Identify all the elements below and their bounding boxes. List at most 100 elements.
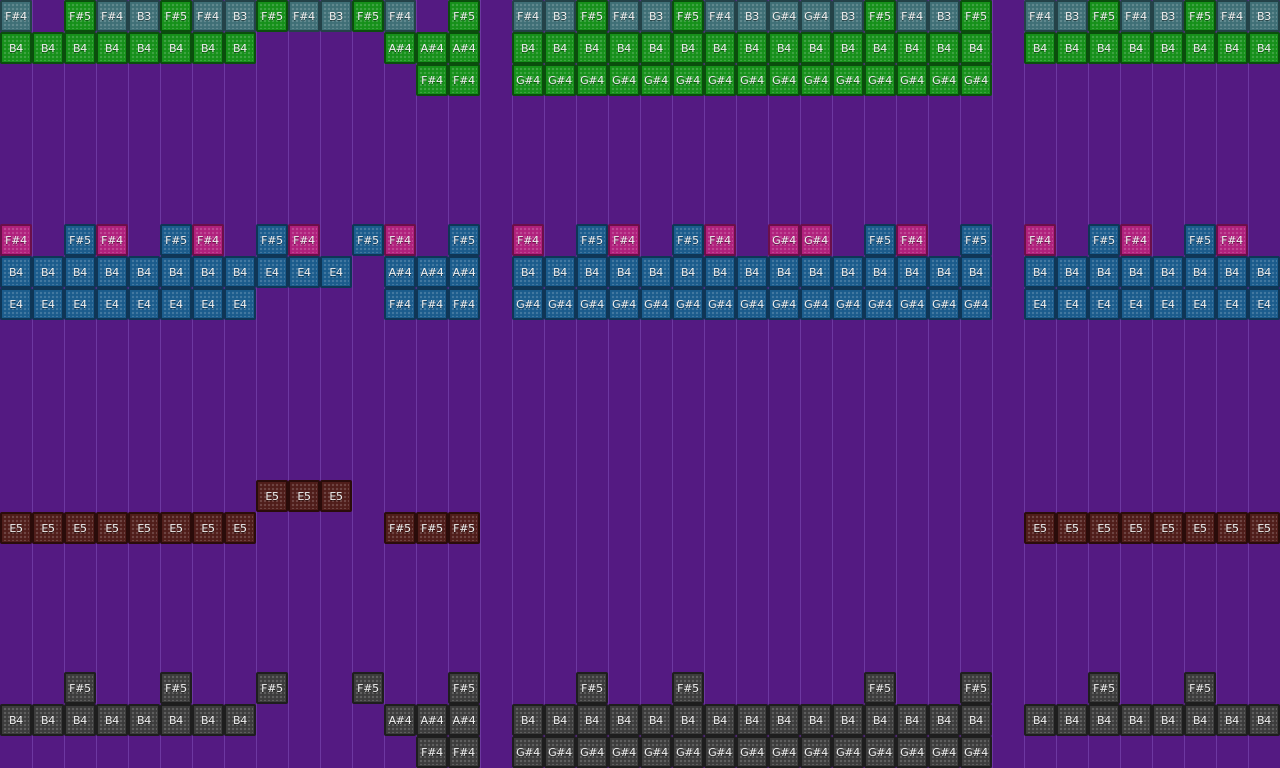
- note-block[interactable]: B4: [896, 32, 928, 64]
- note-block[interactable]: B4: [704, 704, 736, 736]
- note-block[interactable]: B4: [224, 32, 256, 64]
- note-block[interactable]: B4: [1088, 256, 1120, 288]
- note-block[interactable]: E4: [1120, 288, 1152, 320]
- note-block[interactable]: B4: [512, 32, 544, 64]
- note-block[interactable]: F#4: [704, 0, 736, 32]
- note-block[interactable]: B4: [1120, 704, 1152, 736]
- note-block[interactable]: B4: [544, 32, 576, 64]
- note-block[interactable]: F#4: [512, 0, 544, 32]
- note-block[interactable]: G#4: [512, 64, 544, 96]
- note-block[interactable]: E5: [1216, 512, 1248, 544]
- note-block[interactable]: B4: [576, 704, 608, 736]
- note-block[interactable]: G#4: [736, 736, 768, 768]
- note-block[interactable]: F#4: [1216, 0, 1248, 32]
- note-block[interactable]: B4: [128, 32, 160, 64]
- note-block[interactable]: B4: [960, 704, 992, 736]
- note-block[interactable]: G#4: [800, 288, 832, 320]
- note-block[interactable]: B4: [32, 704, 64, 736]
- note-block[interactable]: B4: [96, 256, 128, 288]
- note-block[interactable]: F#4: [384, 224, 416, 256]
- note-block[interactable]: F#4: [1120, 0, 1152, 32]
- note-block[interactable]: G#4: [640, 288, 672, 320]
- note-block[interactable]: E5: [32, 512, 64, 544]
- note-block[interactable]: B3: [736, 0, 768, 32]
- note-block[interactable]: B4: [768, 704, 800, 736]
- note-block[interactable]: F#4: [0, 224, 32, 256]
- note-block[interactable]: G#4: [800, 224, 832, 256]
- note-block[interactable]: F#4: [896, 224, 928, 256]
- note-block[interactable]: G#4: [544, 64, 576, 96]
- note-block[interactable]: F#5: [672, 224, 704, 256]
- note-block[interactable]: F#5: [416, 512, 448, 544]
- note-block[interactable]: B4: [704, 32, 736, 64]
- note-block[interactable]: G#4: [512, 736, 544, 768]
- note-block[interactable]: F#5: [1184, 224, 1216, 256]
- note-block[interactable]: B3: [928, 0, 960, 32]
- note-block[interactable]: F#4: [896, 0, 928, 32]
- note-block[interactable]: G#4: [896, 736, 928, 768]
- note-block[interactable]: F#5: [448, 672, 480, 704]
- note-block[interactable]: B4: [1120, 256, 1152, 288]
- note-block[interactable]: G#4: [704, 288, 736, 320]
- note-block[interactable]: B4: [1088, 704, 1120, 736]
- note-block[interactable]: B4: [512, 704, 544, 736]
- note-block[interactable]: B4: [32, 32, 64, 64]
- note-block[interactable]: B4: [1248, 256, 1280, 288]
- note-block[interactable]: F#5: [864, 0, 896, 32]
- note-block[interactable]: F#5: [256, 224, 288, 256]
- note-block[interactable]: G#4: [768, 0, 800, 32]
- note-block[interactable]: E4: [32, 288, 64, 320]
- note-block[interactable]: G#4: [960, 736, 992, 768]
- note-block[interactable]: B4: [1024, 704, 1056, 736]
- note-block[interactable]: F#4: [608, 0, 640, 32]
- note-block[interactable]: G#4: [928, 736, 960, 768]
- note-block[interactable]: B4: [736, 256, 768, 288]
- note-block[interactable]: B4: [1248, 704, 1280, 736]
- note-block[interactable]: B4: [192, 32, 224, 64]
- note-block[interactable]: F#5: [864, 224, 896, 256]
- note-block[interactable]: E4: [0, 288, 32, 320]
- note-block[interactable]: B3: [224, 0, 256, 32]
- note-block[interactable]: G#4: [800, 0, 832, 32]
- note-block[interactable]: F#5: [448, 0, 480, 32]
- note-block[interactable]: G#4: [640, 736, 672, 768]
- note-block[interactable]: B4: [32, 256, 64, 288]
- note-block[interactable]: F#5: [1184, 672, 1216, 704]
- note-block[interactable]: G#4: [768, 736, 800, 768]
- note-block[interactable]: A#4: [384, 256, 416, 288]
- note-block[interactable]: F#5: [160, 224, 192, 256]
- note-block[interactable]: B4: [896, 256, 928, 288]
- note-block[interactable]: B3: [1056, 0, 1088, 32]
- note-block[interactable]: F#5: [448, 512, 480, 544]
- note-block[interactable]: B4: [1184, 256, 1216, 288]
- note-block[interactable]: E4: [64, 288, 96, 320]
- note-block[interactable]: B4: [576, 256, 608, 288]
- note-block[interactable]: G#4: [960, 288, 992, 320]
- note-block[interactable]: G#4: [544, 288, 576, 320]
- note-block[interactable]: B4: [1152, 256, 1184, 288]
- note-block[interactable]: F#4: [96, 0, 128, 32]
- note-block[interactable]: E4: [96, 288, 128, 320]
- note-block[interactable]: E4: [320, 256, 352, 288]
- note-block[interactable]: F#5: [672, 0, 704, 32]
- note-block[interactable]: F#4: [384, 288, 416, 320]
- note-block[interactable]: B4: [864, 256, 896, 288]
- note-block[interactable]: F#4: [416, 288, 448, 320]
- note-block[interactable]: B4: [928, 256, 960, 288]
- note-block[interactable]: E5: [0, 512, 32, 544]
- note-block[interactable]: B4: [960, 256, 992, 288]
- note-block[interactable]: F#5: [352, 224, 384, 256]
- note-block[interactable]: B4: [960, 32, 992, 64]
- note-block[interactable]: G#4: [608, 64, 640, 96]
- note-block[interactable]: B4: [608, 704, 640, 736]
- note-block[interactable]: B4: [160, 256, 192, 288]
- note-block[interactable]: B4: [1184, 704, 1216, 736]
- note-block[interactable]: E5: [224, 512, 256, 544]
- piano-roll-grid[interactable]: F#4 F#5 F#4 B3 F#5 F#4 B3 F#5 F#4 B3 F#5 F#4 F#5 F#4 B…: [0, 0, 1280, 768]
- note-block[interactable]: G#4: [672, 288, 704, 320]
- note-block[interactable]: B3: [832, 0, 864, 32]
- note-block[interactable]: B3: [1152, 0, 1184, 32]
- note-block[interactable]: B4: [64, 704, 96, 736]
- note-block[interactable]: E4: [1152, 288, 1184, 320]
- note-block[interactable]: F#4: [192, 224, 224, 256]
